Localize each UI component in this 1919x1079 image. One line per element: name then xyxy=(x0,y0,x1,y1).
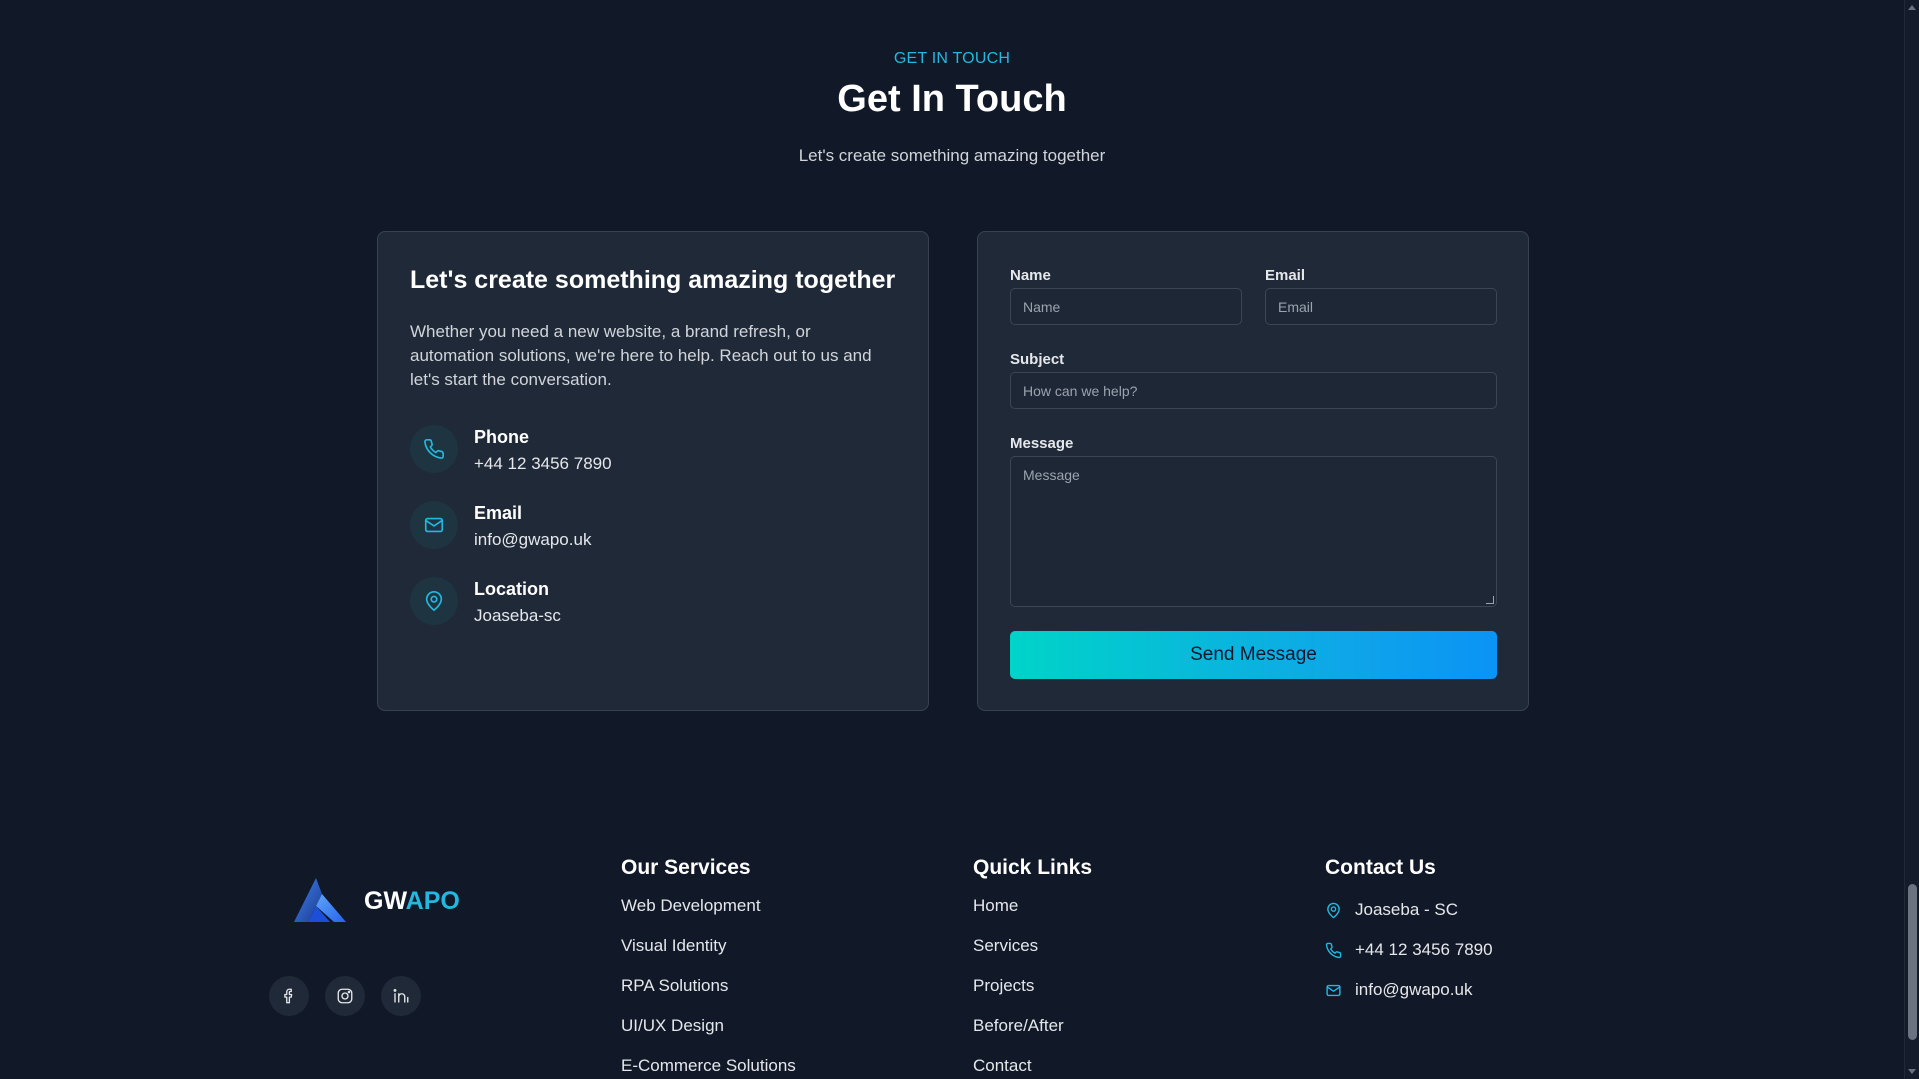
phone-icon xyxy=(1325,942,1355,959)
footer-contact-email: info@gwapo.uk xyxy=(1325,970,1493,1010)
phone-icon xyxy=(410,425,458,473)
scroll-up-icon[interactable] xyxy=(1908,5,1916,10)
footer-contact-phone-text[interactable]: +44 12 3456 7890 xyxy=(1355,940,1493,960)
scroll-down-icon[interactable] xyxy=(1908,1069,1916,1074)
facebook-icon[interactable] xyxy=(269,976,309,1016)
subject-label: Subject xyxy=(1010,351,1065,368)
name-input[interactable] xyxy=(1010,288,1242,325)
footer-services-heading: Our Services xyxy=(621,856,751,879)
footer-link-contact[interactable]: Contact xyxy=(973,1056,1092,1079)
subject-input[interactable] xyxy=(1010,372,1497,409)
page: GET IN TOUCH Get In Touch Let's create s… xyxy=(0,0,1919,1079)
linkedin-icon[interactable] xyxy=(381,976,421,1016)
email-label: Email xyxy=(1265,267,1306,284)
footer-services: Our Services Web Development Visual Iden… xyxy=(621,856,796,1079)
location-pin-icon xyxy=(1325,902,1355,919)
info-card-title: Let's create something amazing together xyxy=(410,266,896,294)
footer-contact-email-text[interactable]: info@gwapo.uk xyxy=(1355,980,1472,1000)
footer-link-projects[interactable]: Projects xyxy=(973,976,1092,1016)
contact-email: Email info@gwapo.uk xyxy=(410,501,870,551)
message-label: Message xyxy=(1010,435,1074,452)
contact-phone-label: Phone xyxy=(474,427,530,447)
footer-link-web-development[interactable]: Web Development xyxy=(621,896,796,936)
contact-info-card: Let's create something amazing together … xyxy=(377,231,929,711)
footer-contact-location: Joaseba - SC xyxy=(1325,890,1493,930)
section-subtitle: Let's create something amazing together xyxy=(798,146,1106,165)
resize-handle-icon[interactable] xyxy=(1486,596,1494,604)
scrollbar-thumb[interactable] xyxy=(1908,884,1917,1040)
footer-link-ui-ux-design[interactable]: UI/UX Design xyxy=(621,1016,796,1056)
footer-contact-heading: Contact Us xyxy=(1325,856,1436,879)
footer-link-visual-identity[interactable]: Visual Identity xyxy=(621,936,796,976)
brand-wordmark-suffix: APO xyxy=(405,887,460,915)
section-title: Get In Touch xyxy=(837,78,1067,120)
contact-email-label: Email xyxy=(474,503,523,523)
contact-location-label: Location xyxy=(474,579,549,599)
footer-contact-location-text: Joaseba - SC xyxy=(1355,900,1458,919)
footer-link-services[interactable]: Services xyxy=(973,936,1092,976)
footer-contact-phone: +44 12 3456 7890 xyxy=(1325,930,1493,970)
footer-quick-links: Quick Links Home Services Projects Befor… xyxy=(973,856,1092,1079)
mail-icon xyxy=(410,501,458,549)
section-eyebrow: GET IN TOUCH xyxy=(893,50,1011,67)
footer-link-rpa-solutions[interactable]: RPA Solutions xyxy=(621,976,796,1016)
contact-location: Location Joaseba-sc xyxy=(410,577,870,627)
send-message-button[interactable]: Send Message xyxy=(1010,631,1497,679)
contact-location-value: Joaseba-sc xyxy=(474,606,561,625)
brand-logo[interactable] xyxy=(290,876,350,926)
brand-wordmark[interactable]: GWAPO xyxy=(364,887,460,916)
email-input[interactable] xyxy=(1265,288,1497,325)
contact-phone-value[interactable]: +44 12 3456 7890 xyxy=(474,454,612,474)
footer-quick-links-heading: Quick Links xyxy=(973,856,1093,879)
mail-icon xyxy=(1325,982,1355,999)
footer-contact: Contact Us Joaseba - SC +44 12 3456 7890… xyxy=(1325,856,1493,1010)
message-textarea[interactable] xyxy=(1010,456,1497,607)
info-card-text: Whether you need a new website, a brand … xyxy=(410,322,872,389)
brand-wordmark-prefix: GW xyxy=(364,887,406,915)
page-scrollbar[interactable] xyxy=(1904,0,1919,1079)
contact-email-value[interactable]: info@gwapo.uk xyxy=(474,530,591,550)
name-label: Name xyxy=(1010,267,1051,284)
location-pin-icon xyxy=(410,577,458,625)
contact-phone: Phone +44 12 3456 7890 xyxy=(410,425,870,475)
contact-form-card: Name Email Subject Message Send Message xyxy=(977,231,1529,711)
message-wrapper xyxy=(1010,456,1497,607)
instagram-icon[interactable] xyxy=(325,976,365,1016)
footer-link-before-after[interactable]: Before/After xyxy=(973,1016,1092,1056)
footer-link-home[interactable]: Home xyxy=(973,896,1092,936)
footer-link-e-commerce[interactable]: E-Commerce Solutions xyxy=(621,1056,796,1079)
